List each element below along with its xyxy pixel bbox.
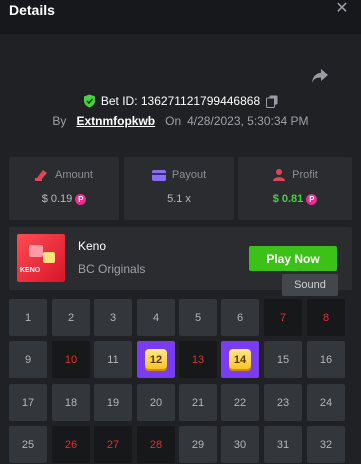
keno-cell-number: 4: [152, 311, 160, 324]
on-label: On: [165, 114, 182, 128]
keno-cell-1: 1: [9, 299, 47, 336]
bet-id-text: Bet ID: 136271121799446868: [100, 94, 261, 108]
keno-board: 1 2 3 4 5 6 7 8 9 10 11 12 13 14 15 16 17 18 19 20 21 22 23 24 2…: [9, 299, 361, 464]
keno-cell-10: 10: [52, 341, 90, 378]
profit-label: Profit: [292, 169, 318, 181]
copy-icon[interactable]: [266, 95, 278, 108]
payout-label: Payout: [171, 169, 207, 181]
play-now-button[interactable]: Play Now: [249, 246, 337, 271]
keno-cell-25: 25: [9, 426, 47, 463]
keno-cell-number: 21: [191, 396, 205, 409]
keno-cell-number: 23: [276, 396, 290, 409]
keno-cell-26: 26: [52, 426, 90, 463]
keno-cell-30: 30: [221, 426, 259, 463]
keno-cell-number: 13: [191, 353, 205, 366]
keno-cell-number: 30: [233, 438, 247, 451]
keno-cell-3: 3: [94, 299, 132, 336]
keno-cell-number: 3: [109, 311, 117, 324]
amount-icon: [35, 170, 48, 181]
keno-cell-number: 27: [106, 438, 120, 451]
keno-cell-number: 15: [276, 353, 290, 366]
verified-shield-icon: [83, 94, 95, 108]
keno-cell-24: 24: [307, 384, 345, 421]
keno-cell-number: 25: [21, 438, 35, 451]
by-label: By: [52, 114, 67, 128]
keno-cell-number: 17: [21, 396, 35, 409]
profit-card: Profit $ 0.81 P: [238, 157, 352, 220]
keno-cell-9: 9: [9, 341, 47, 378]
keno-cell-number: 18: [64, 396, 78, 409]
keno-cell-31: 31: [264, 426, 302, 463]
game-name: Keno: [78, 239, 107, 253]
keno-cell-2: 2: [52, 299, 90, 336]
payout-value: 5.1 x: [167, 193, 191, 205]
keno-cell-7: 7: [264, 299, 302, 336]
close-icon[interactable]: ✕: [335, 1, 349, 17]
keno-cell-number: 10: [64, 353, 78, 366]
keno-cell-17: 17: [9, 384, 47, 421]
keno-cell-4: 4: [137, 299, 175, 336]
bet-datetime: 4/28/2023, 5:30:34 PM: [187, 114, 309, 128]
keno-cell-22: 22: [221, 384, 259, 421]
keno-cell-number: 29: [191, 438, 205, 451]
keno-cell-number: 28: [149, 438, 163, 451]
keno-cell-19: 19: [94, 384, 132, 421]
keno-cell-29: 29: [179, 426, 217, 463]
keno-cell-number: 2: [67, 311, 75, 324]
keno-cell-13: 13: [179, 341, 217, 378]
keno-cell-number: 9: [24, 353, 32, 366]
keno-cell-number: 24: [319, 396, 333, 409]
coin-icon: P: [306, 193, 318, 205]
gem-icon: 12: [145, 348, 167, 371]
share-icon[interactable]: [311, 68, 329, 84]
keno-cell-number: 7: [279, 311, 287, 324]
keno-cell-16: 16: [307, 341, 345, 378]
keno-cell-number: 20: [149, 396, 163, 409]
keno-thumbnail-label: KENO: [20, 267, 41, 274]
keno-cell-32: 32: [307, 426, 345, 463]
keno-cell-12: 12: [137, 341, 175, 378]
keno-cell-number: 8: [322, 311, 330, 324]
bet-meta-row: By Extnmfopkwb On 4/28/2023, 5:30:34 PM: [0, 113, 361, 129]
keno-cell-27: 27: [94, 426, 132, 463]
profit-value: $ 0.81: [272, 193, 304, 205]
keno-thumbnail[interactable]: KENO: [17, 234, 65, 282]
keno-cell-number: 31: [276, 438, 290, 451]
payout-card-icon: [151, 169, 166, 181]
amount-value: $ 0.19: [41, 193, 73, 205]
keno-cell-5: 5: [179, 299, 217, 336]
keno-cell-6: 6: [221, 299, 259, 336]
keno-cell-14: 14: [221, 341, 259, 378]
keno-cell-number: 32: [319, 438, 333, 451]
details-header: Details ✕: [0, 0, 361, 34]
keno-cell-28: 28: [137, 426, 175, 463]
gem-icon: 14: [229, 348, 251, 371]
amount-card: Amount $ 0.19 P: [9, 157, 119, 220]
keno-cell-15: 15: [264, 341, 302, 378]
profit-icon: [273, 169, 286, 181]
coin-icon: P: [75, 193, 87, 205]
keno-cell-number: 6: [236, 311, 244, 324]
keno-cell-number: 22: [233, 396, 247, 409]
keno-cell-number: 11: [107, 353, 119, 366]
payout-card: Payout 5.1 x: [124, 157, 234, 220]
keno-cell-23: 23: [264, 384, 302, 421]
keno-cell-number: 1: [24, 311, 32, 324]
game-provider: BC Originals: [78, 262, 146, 276]
keno-cell-20: 20: [137, 384, 175, 421]
bet-id-row: Bet ID: 136271121799446868: [0, 92, 361, 110]
keno-cell-number: 5: [194, 311, 202, 324]
username-link[interactable]: Extnmfopkwb: [76, 114, 155, 128]
keno-cell-number: 26: [64, 438, 78, 451]
amount-label: Amount: [55, 169, 93, 181]
keno-cell-18: 18: [52, 384, 90, 421]
keno-cell-number: 16: [319, 353, 333, 366]
keno-cell-number: 19: [106, 396, 120, 409]
details-title: Details: [9, 2, 55, 18]
sound-tooltip: Sound: [282, 274, 338, 296]
keno-cell-21: 21: [179, 384, 217, 421]
keno-cell-11: 11: [94, 341, 132, 378]
keno-cell-8: 8: [307, 299, 345, 336]
